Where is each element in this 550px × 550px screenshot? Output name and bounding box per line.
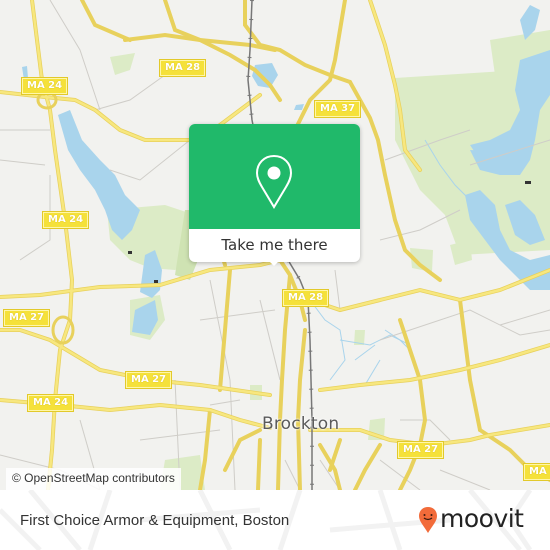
map-pin-icon — [255, 154, 293, 209]
route-shield-ma24: MA 24 — [26, 394, 75, 412]
map-attribution[interactable]: © OpenStreetMap contributors — [6, 468, 181, 490]
route-shield-ma24: MA 24 — [20, 77, 69, 95]
popup-header — [189, 124, 360, 229]
route-shield-ma27: MA 27 — [396, 441, 445, 459]
moovit-pin-icon — [419, 507, 437, 533]
map-view[interactable]: MA 24 MA 28 MA 37 MA 24 MA 27 MA 28 MA 2… — [0, 0, 550, 490]
location-popup: Take me there — [189, 124, 360, 266]
route-shield-ma27: MA 27 — [2, 309, 51, 327]
route-shield-ma24: MA 24 — [41, 211, 90, 229]
footer-bar: First Choice Armor & Equipment, Boston m… — [0, 490, 550, 550]
route-shield-ma28: MA 28 — [158, 59, 207, 77]
route-shield-ma27: MA 27 — [124, 371, 173, 389]
moovit-wordmark: moovit — [440, 504, 524, 533]
route-shield-ma37: MA 37 — [313, 100, 362, 118]
popup-pointer — [266, 258, 282, 266]
route-shield-ma: MA — [523, 463, 550, 481]
route-shield-ma28: MA 28 — [281, 289, 330, 307]
place-name: First Choice Armor & Equipment, Boston — [20, 512, 290, 529]
city-label-brockton: Brockton — [262, 414, 340, 434]
